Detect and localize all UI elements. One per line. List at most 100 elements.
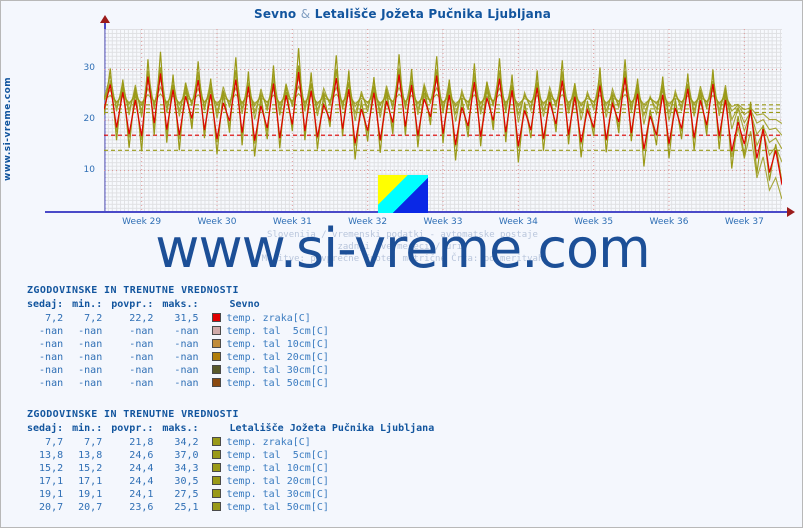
watermark: www.si-vreme.com [155, 217, 650, 280]
temperature-series-plot [104, 29, 782, 211]
stats-tbody: 7,7 7,7 21,8 34,2 temp. zraka[C] 13,8 13,8 24,6… [27, 436, 443, 514]
series-legend-entry: temp. zraka[C] [208, 436, 444, 449]
series-label: temp. tal 10cm[C] [226, 463, 329, 474]
col-now: sedaj: [27, 299, 64, 310]
cell-avg: 21,8 [129, 437, 154, 448]
cell-max: -nan [174, 365, 199, 376]
stats-table: sedaj: min.: povpr.: maks.: Sevno 7,2 7,2… [27, 299, 338, 390]
table-header-row: sedaj: min.: povpr.: maks.: Sevno [27, 299, 338, 312]
cell-now: 19,1 [39, 489, 64, 500]
series-legend-entry: temp. tal 50cm[C] [208, 377, 338, 390]
series-legend-entry: temp. tal 30cm[C] [208, 488, 444, 501]
page-title: Sevno & Letališče Jožeta Pučnika Ljublja… [1, 7, 802, 21]
legend-swatch-icon [211, 326, 221, 335]
series-label: temp. zraka[C] [226, 437, 311, 448]
legend-swatch-icon [211, 339, 221, 348]
cell-avg: 24,4 [129, 476, 154, 487]
col-min: min.: [72, 423, 103, 434]
cell-avg: -nan [129, 339, 154, 350]
series-label: temp. tal 20cm[C] [226, 476, 329, 487]
series-legend-entry: temp. tal 5cm[C] [208, 325, 338, 338]
table-row: 7,2 7,2 22,2 31,5 temp. zraka[C] [27, 312, 338, 325]
cell-min: 17,1 [78, 476, 103, 487]
series-label: temp. tal 50cm[C] [226, 502, 329, 513]
col-station-name: Letališče Jožeta Pučnika Ljubljana [229, 423, 435, 434]
title-station-right: Letališče Jožeta Pučnika Ljubljana [314, 7, 552, 21]
title-ampersand: & [300, 7, 311, 21]
cell-max: -nan [174, 339, 199, 350]
col-max: maks.: [162, 299, 199, 310]
stats-table-airport: ZGODOVINSKE IN TRENUTNE VREDNOSTI sedaj:… [27, 409, 443, 514]
legend-swatch-icon [211, 437, 221, 446]
stats-tbody: 7,2 7,2 22,2 31,5 temp. zraka[C] -nan -nan -nan… [27, 312, 338, 390]
cell-avg: 22,2 [129, 313, 154, 324]
plot-area [104, 29, 782, 211]
si-vreme-logo-icon [378, 175, 428, 213]
series-label: temp. tal 5cm[C] [226, 450, 329, 461]
legend-swatch-icon [211, 313, 221, 322]
legend-swatch-icon [211, 352, 221, 361]
legend-swatch-icon [211, 463, 221, 472]
series-legend-entry: temp. tal 20cm[C] [208, 475, 444, 488]
cell-min: -nan [78, 365, 103, 376]
series-legend-entry: temp. tal 30cm[C] [208, 364, 338, 377]
cell-max: 30,5 [174, 476, 199, 487]
cell-now: -nan [39, 352, 64, 363]
table-row: 13,8 13,8 24,6 37,0 temp. tal 5cm[C] [27, 449, 443, 462]
cell-now: 7,7 [45, 437, 64, 448]
y-tick-label: 30 [83, 63, 95, 74]
cell-avg: -nan [129, 378, 154, 389]
stats-table-sevno: ZGODOVINSKE IN TRENUTNE VREDNOSTI sedaj:… [27, 285, 338, 390]
series-label: temp. tal 30cm[C] [226, 365, 329, 376]
series-legend-entry: temp. tal 10cm[C] [208, 338, 338, 351]
cell-now: 17,1 [39, 476, 64, 487]
cell-max: -nan [174, 352, 199, 363]
series-label: temp. tal 20cm[C] [226, 352, 329, 363]
table-row: 17,1 17,1 24,4 30,5 temp. tal 20cm[C] [27, 475, 443, 488]
cell-now: 13,8 [39, 450, 64, 461]
series-label: temp. tal 5cm[C] [226, 326, 329, 337]
stats-table: sedaj: min.: povpr.: maks.: Letališče Jo… [27, 423, 443, 514]
col-avg: povpr.: [111, 423, 154, 434]
cell-avg: -nan [129, 326, 154, 337]
table-row: -nan -nan -nan -nan temp. tal 50cm[C] [27, 377, 338, 390]
cell-max: 34,2 [174, 437, 199, 448]
cell-now: -nan [39, 326, 64, 337]
legend-swatch-icon [211, 489, 221, 498]
cell-max: 31,5 [174, 313, 199, 324]
y-tick-label: 20 [83, 114, 95, 124]
x-axis-arrow-icon [787, 207, 795, 217]
cell-min: 15,2 [78, 463, 103, 474]
table-row: -nan -nan -nan -nan temp. tal 5cm[C] [27, 325, 338, 338]
series-legend-entry: temp. tal 10cm[C] [208, 462, 444, 475]
cell-max: 25,1 [174, 502, 199, 513]
cell-avg: 24,4 [129, 463, 154, 474]
chart-page: Sevno & Letališče Jožeta Pučnika Ljublja… [0, 0, 803, 528]
cell-avg: -nan [129, 352, 154, 363]
cell-min: 13,8 [78, 450, 103, 461]
cell-max: -nan [174, 378, 199, 389]
stats-heading: ZGODOVINSKE IN TRENUTNE VREDNOSTI [27, 285, 239, 296]
series-legend-entry: temp. zraka[C] [208, 312, 338, 325]
cell-min: 7,2 [84, 313, 103, 324]
cell-min: -nan [78, 326, 103, 337]
table-row: -nan -nan -nan -nan temp. tal 30cm[C] [27, 364, 338, 377]
table-row: 15,2 15,2 24,4 34,3 temp. tal 10cm[C] [27, 462, 443, 475]
cell-max: 27,5 [174, 489, 199, 500]
cell-min: 19,1 [78, 489, 103, 500]
cell-max: -nan [174, 326, 199, 337]
cell-now: 20,7 [39, 502, 64, 513]
series-label: temp. tal 30cm[C] [226, 489, 329, 500]
series-legend-entry: temp. tal 50cm[C] [208, 501, 444, 514]
table-row: -nan -nan -nan -nan temp. tal 20cm[C] [27, 351, 338, 364]
cell-now: -nan [39, 365, 64, 376]
col-station-name: Sevno [229, 299, 260, 310]
col-min: min.: [72, 299, 103, 310]
cell-min: 7,7 [84, 437, 103, 448]
cell-max: 34,3 [174, 463, 199, 474]
cell-min: -nan [78, 339, 103, 350]
title-station-left: Sevno [253, 7, 297, 21]
series-paths [104, 48, 782, 200]
cell-avg: 24,1 [129, 489, 154, 500]
cell-now: -nan [39, 378, 64, 389]
